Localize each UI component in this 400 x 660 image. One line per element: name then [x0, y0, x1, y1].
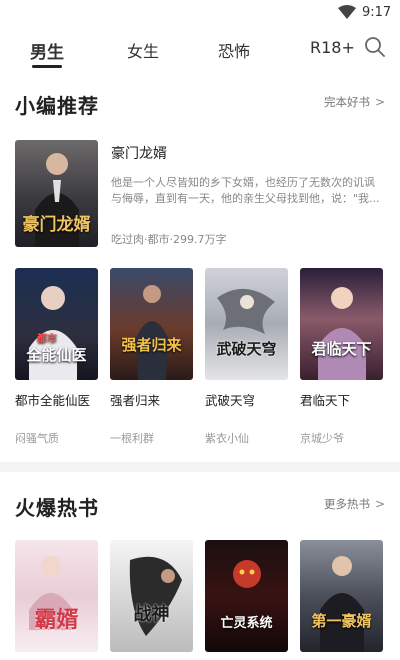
featured-book-description: 他是一个人尽皆知的乡下女婿，也经历了无数次的讥讽与侮辱，直到有一天，他的亲生父母… — [111, 176, 380, 205]
featured-book-title[interactable]: 豪门龙婿 — [111, 143, 167, 163]
wifi-icon — [338, 5, 356, 19]
cover-figure-art — [217, 288, 275, 334]
chevron-right-icon: > — [375, 95, 386, 109]
cover-title: 强者归来 — [121, 336, 182, 354]
section-title-hot: 火爆热书 — [15, 496, 99, 520]
cover-title: 武破天穹 — [216, 340, 277, 358]
more-label: 更多热书 — [324, 497, 370, 511]
cover-figure-art — [29, 556, 73, 630]
category-tabs: 男生 女生 恐怖 R18+ — [0, 30, 400, 68]
cover-title: 霸婿 — [34, 608, 79, 633]
active-tab-indicator — [32, 65, 62, 68]
more-label: 完本好书 — [324, 95, 370, 109]
cover-title: 豪门龙婿 — [22, 215, 91, 235]
cover-figure-art — [320, 556, 364, 652]
tab-label: 男生 — [30, 43, 64, 63]
tab-male[interactable]: 男生 — [30, 38, 64, 68]
book-title[interactable]: 都市全能仙医 — [15, 390, 90, 409]
cover-title: 战神 — [133, 604, 170, 625]
section-divider — [0, 462, 400, 472]
tab-female[interactable]: 女生 — [127, 38, 159, 62]
book-cover[interactable]: 武破天穹 — [205, 268, 288, 380]
book-cover[interactable]: 亡灵系统 — [205, 540, 288, 652]
book-author: 一根利群 — [110, 432, 154, 445]
book-title[interactable]: 武破天穹 — [205, 390, 255, 409]
tab-label: R18+ — [310, 38, 355, 57]
cover-title: 全能仙医 — [26, 346, 87, 364]
cover-figure-art — [136, 285, 168, 380]
cover-title: 第一豪婿 — [311, 612, 372, 630]
search-icon[interactable] — [364, 36, 386, 58]
tab-horror[interactable]: 恐怖 — [218, 38, 250, 62]
more-hot-books-link[interactable]: 更多热书 > — [324, 496, 385, 512]
cover-figure-art — [233, 560, 261, 588]
chevron-right-icon: > — [375, 497, 386, 511]
book-cover[interactable]: 强者归来 — [110, 268, 193, 380]
cover-figure-art — [318, 287, 366, 380]
status-bar: 9:17 — [0, 0, 400, 26]
tab-label: 恐怖 — [218, 42, 251, 61]
cover-subtitle: 都市 — [37, 334, 57, 345]
book-title[interactable]: 君临天下 — [300, 390, 350, 409]
book-author: 闷骚气质 — [15, 432, 59, 445]
book-cover[interactable]: 君临天下 — [300, 268, 383, 380]
book-author: 京城少爷 — [300, 432, 344, 445]
book-cover[interactable]: 霸婿 — [15, 540, 98, 652]
featured-book-cover[interactable]: 豪门龙婿 — [15, 140, 98, 247]
more-completed-books-link[interactable]: 完本好书 > — [324, 94, 385, 110]
tab-r18[interactable]: R18+ — [310, 38, 355, 57]
featured-book-meta: 吃过肉·都市·299.7万字 — [111, 233, 227, 246]
cover-figure-art — [129, 556, 182, 636]
cover-title: 君临天下 — [311, 340, 372, 358]
status-time: 9:17 — [362, 5, 392, 20]
book-cover[interactable]: 战神 — [110, 540, 193, 652]
section-title-recommended: 小编推荐 — [15, 94, 99, 118]
book-cover[interactable]: 都市 全能仙医 — [15, 268, 98, 380]
tab-label: 女生 — [127, 42, 160, 61]
cover-title: 亡灵系统 — [220, 616, 273, 631]
book-title[interactable]: 强者归来 — [110, 390, 160, 409]
book-cover[interactable]: 第一豪婿 — [300, 540, 383, 652]
book-author: 紫衣小仙 — [205, 432, 249, 445]
